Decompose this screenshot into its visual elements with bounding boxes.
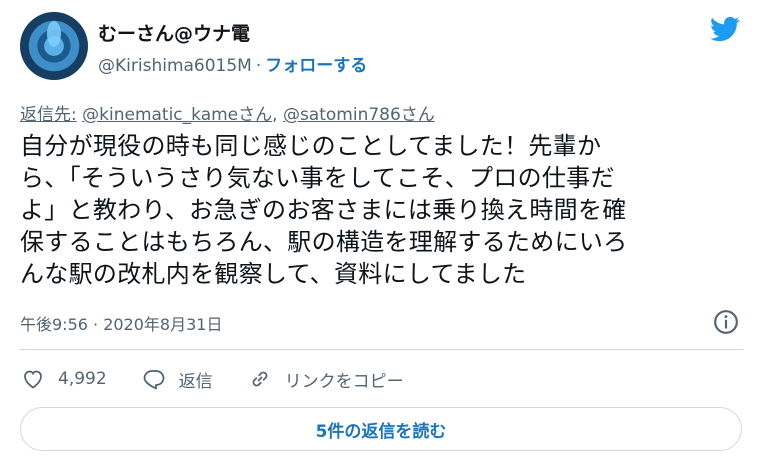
speech-bubble-icon xyxy=(143,370,165,390)
divider xyxy=(20,349,744,350)
copy-link-button[interactable]: リンクをコピー xyxy=(247,367,404,392)
tweet-text: 自分が現役の時も同じ感じのことしてました！先輩か ら、「そういうさり気ない事をし… xyxy=(20,130,740,290)
action-bar: 4,992 返信 リンクをコピー xyxy=(20,364,438,394)
tweet-text-line: 保することはもちろん、駅の構造を理解するためにいろ xyxy=(20,228,628,256)
reply-mention-2[interactable]: @satomin786さん xyxy=(283,105,435,125)
read-replies-button[interactable]: 5件の返信を読む xyxy=(20,407,742,451)
like-button[interactable]: 4,992 xyxy=(20,367,107,391)
info-icon[interactable] xyxy=(713,309,739,335)
tweet-text-line: ら、「そういうさり気ない事をしてこそ、プロの仕事だ xyxy=(20,164,615,192)
tweet-timestamp[interactable]: 午後9:56 · 2020年8月31日 xyxy=(20,311,222,335)
tweet-text-line: んな駅の改札内を観察して、資料にしてました xyxy=(20,260,527,288)
handle-separator: · xyxy=(255,56,262,76)
twitter-bird-icon[interactable] xyxy=(708,14,742,44)
author-handle[interactable]: @Kirishima6015M xyxy=(98,56,252,76)
reply-label: 返信 xyxy=(178,371,213,392)
avatar[interactable] xyxy=(20,12,88,80)
tweet-text-line: よ」と教わり、お急ぎのお客さまには乗り換え時間を確 xyxy=(20,196,627,224)
tweet-text-line: 自分が現役の時も同じ感じのことしてました！先輩か xyxy=(20,132,602,160)
heart-icon xyxy=(24,370,42,389)
reply-to-line: 返信先: @kinematic_kameさん, @satomin786さん xyxy=(20,100,435,125)
copy-link-label: リンクをコピー xyxy=(284,371,404,392)
like-count: 4,992 xyxy=(58,369,107,389)
author-handle-row: @Kirishima6015M · フォローする xyxy=(98,51,367,76)
reply-button[interactable]: 返信 xyxy=(141,367,213,392)
author-display-name[interactable]: むーさん@ウナ電 xyxy=(98,19,250,46)
reply-to-label: 返信先: xyxy=(20,105,77,125)
avatar-fan-blade xyxy=(47,21,61,47)
follow-button[interactable]: フォローする xyxy=(265,56,367,76)
reply-mention-1[interactable]: @kinematic_kameさん xyxy=(82,105,272,125)
link-icon xyxy=(252,371,268,387)
reply-mention-separator: , xyxy=(272,105,278,125)
